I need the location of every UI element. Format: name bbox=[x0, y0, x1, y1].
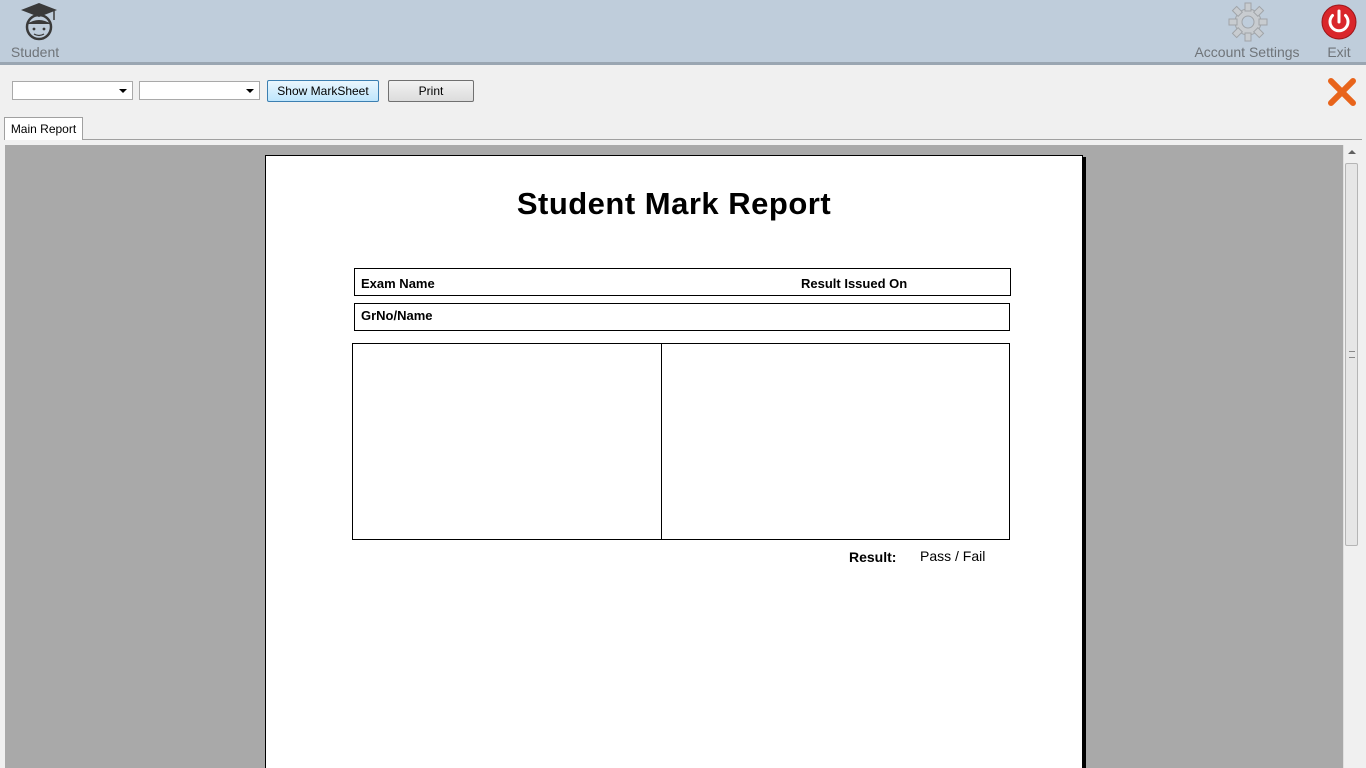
grno-label: GrNo/Name bbox=[361, 308, 433, 323]
app-window: Student Account Settings Exit Show MarkS… bbox=[0, 0, 1366, 768]
power-icon bbox=[1321, 4, 1357, 40]
result-value: Pass / Fail bbox=[920, 548, 986, 564]
marks-table bbox=[352, 343, 1010, 540]
account-settings-label: Account Settings bbox=[1194, 44, 1300, 60]
toolbar: Show MarkSheet Print bbox=[0, 65, 1366, 113]
dropdown-arrow-icon bbox=[119, 89, 127, 93]
exam-name-label: Exam Name bbox=[361, 276, 435, 291]
dropdown-arrow-icon bbox=[246, 89, 254, 93]
grno-box: GrNo/Name bbox=[354, 303, 1010, 331]
student-graduate-icon bbox=[21, 3, 57, 41]
exit-label: Exit bbox=[1327, 44, 1351, 60]
vertical-scrollbar[interactable] bbox=[1343, 145, 1360, 768]
report-page: Student Mark Report Exam Name Result Iss… bbox=[265, 155, 1083, 768]
marks-divider bbox=[661, 344, 662, 539]
report-viewer: Student Mark Report Exam Name Result Iss… bbox=[5, 145, 1343, 768]
report-title: Student Mark Report bbox=[516, 186, 832, 221]
account-settings-menu[interactable]: Account Settings bbox=[1188, 0, 1306, 62]
top-header: Student Account Settings Exit bbox=[0, 0, 1366, 65]
print-button[interactable]: Print bbox=[388, 80, 474, 102]
scroll-grip-icon bbox=[1349, 351, 1355, 358]
result-issued-label: Result Issued On bbox=[801, 276, 908, 291]
exam-info-box: Exam Name Result Issued On bbox=[354, 268, 1011, 296]
student-select[interactable] bbox=[139, 81, 260, 100]
exam-select[interactable] bbox=[12, 81, 133, 100]
close-icon[interactable] bbox=[1326, 76, 1358, 108]
scroll-thumb[interactable] bbox=[1345, 163, 1358, 546]
result-label: Result: bbox=[849, 549, 897, 565]
gear-icon bbox=[1228, 2, 1268, 42]
tab-main-report[interactable]: Main Report bbox=[4, 117, 83, 140]
student-label: Student bbox=[10, 44, 60, 60]
student-menu[interactable]: Student bbox=[4, 0, 66, 62]
scroll-up-icon[interactable] bbox=[1348, 150, 1356, 154]
tab-divider bbox=[83, 139, 1362, 140]
show-marksheet-button[interactable]: Show MarkSheet bbox=[267, 80, 379, 102]
exit-menu[interactable]: Exit bbox=[1318, 0, 1360, 62]
